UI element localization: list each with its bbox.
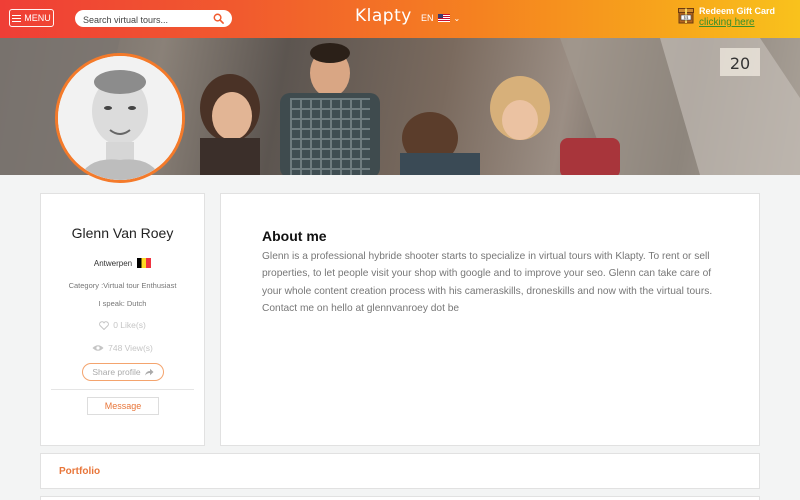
next-section-card [40, 496, 760, 500]
share-icon [144, 368, 154, 376]
svg-text:20: 20 [730, 54, 750, 73]
search-input[interactable] [75, 11, 210, 29]
likes-count: 0 Like(s) [113, 320, 146, 330]
share-profile-button[interactable]: Share profile [82, 363, 164, 381]
profile-name: Glenn Van Roey [71, 225, 174, 241]
share-profile-label: Share profile [92, 367, 141, 377]
profile-city: Antwerpen [93, 258, 133, 268]
gift-icon: $$ [678, 8, 694, 24]
profile-card: Glenn Van Roey Antwerpen Category :Virtu… [40, 193, 205, 446]
profile-languages: I speak: Dutch [98, 299, 147, 308]
views-count: 748 View(s) [108, 343, 153, 353]
views-counter: 748 View(s) [41, 343, 204, 353]
avatar-portrait [58, 56, 182, 180]
menu-button[interactable]: MENU [9, 9, 54, 27]
belgium-flag-icon [137, 258, 152, 268]
about-text: Glenn is a professional hybride shooter … [262, 251, 713, 314]
menu-icon [12, 14, 22, 22]
likes-counter[interactable]: 0 Like(s) [41, 320, 204, 330]
menu-button-label: MENU [24, 13, 51, 23]
eye-icon [92, 345, 104, 351]
top-navigation-bar: MENU Klapty EN ⌄ $$ Redeem Gift Card cli… [0, 0, 800, 38]
gift-card-title: Redeem Gift Card [699, 6, 776, 16]
portfolio-section[interactable]: Portfolio [40, 453, 760, 489]
heart-icon [99, 320, 110, 330]
language-label: EN [421, 13, 434, 23]
search-icon[interactable] [213, 13, 224, 24]
message-button[interactable]: Message [87, 397, 159, 415]
chevron-down-icon: ⌄ [453, 13, 461, 23]
gift-card-link[interactable]: clicking here [699, 17, 775, 29]
about-heading: About me [262, 228, 327, 244]
language-selector[interactable]: EN ⌄ [421, 13, 460, 23]
profile-location: Antwerpen [41, 258, 204, 268]
profile-avatar[interactable] [55, 53, 185, 183]
card-divider [51, 389, 194, 390]
us-flag-icon [437, 14, 450, 22]
portfolio-label: Portfolio [59, 466, 101, 477]
redeem-gift-card: Redeem Gift Card clicking here [699, 5, 775, 29]
search-box [75, 10, 232, 29]
svg-text:$$: $$ [683, 15, 689, 20]
klapty-logo[interactable]: Klapty [355, 6, 412, 26]
profile-category: Category :Virtual tour Enthusiast [68, 281, 177, 290]
about-card: About me Glenn is a professional hybride… [220, 193, 760, 446]
